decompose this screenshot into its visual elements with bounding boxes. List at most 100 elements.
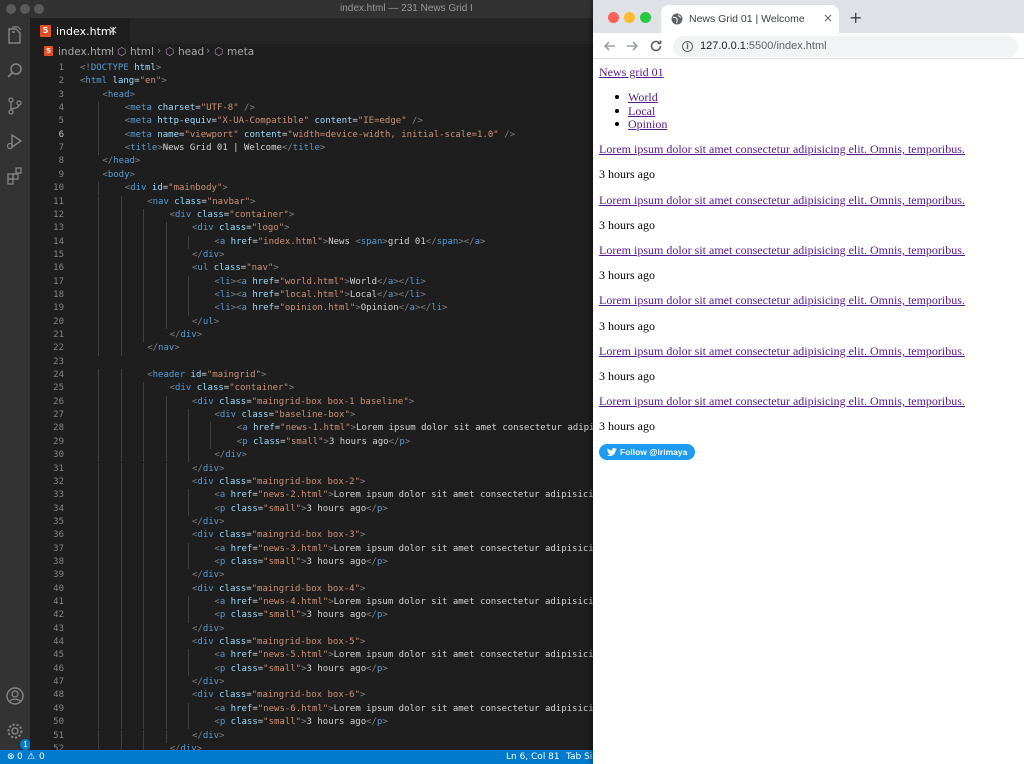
error-count[interactable]: 0: [17, 752, 23, 762]
code-editor[interactable]: 1 2 3 4 5 6 7 8 9 10 11 12 13 14 15 16 17 18 19 20 21 22 23 24 2…: [30, 60, 596, 750]
warning-count[interactable]: 0: [39, 752, 45, 762]
code-line[interactable]: </div>: [214, 449, 247, 462]
code-line[interactable]: <div class="maingrid-box box-4">: [192, 583, 365, 596]
forward-arrow-icon[interactable]: [623, 37, 641, 55]
minimize-window-button[interactable]: [624, 12, 635, 23]
code-line[interactable]: <div class="maingrid-box box-2">: [192, 476, 365, 489]
code-line[interactable]: <li><a href="opinion.html">Opinion</a></…: [214, 302, 447, 315]
reload-icon[interactable]: [647, 37, 665, 55]
cursor-position[interactable]: Ln 6, Col 81: [506, 752, 560, 762]
breadcrumb-meta[interactable]: meta: [227, 46, 254, 58]
code-line[interactable]: <div class="maingrid-box box-5">: [192, 636, 365, 649]
code-line[interactable]: <div id="mainbody">: [125, 182, 228, 195]
close-window-button[interactable]: [6, 4, 16, 14]
news-headline-link[interactable]: Lorem ipsum dolor sit amet consectetur a…: [599, 344, 965, 359]
code-line[interactable]: <div class="maingrid-box box-3">: [192, 529, 365, 542]
code-line[interactable]: <body>: [102, 169, 135, 182]
breadcrumb-html[interactable]: html: [130, 46, 154, 58]
breadcrumb-head[interactable]: head: [178, 46, 204, 58]
breadcrumb-file[interactable]: index.html: [58, 46, 114, 58]
code-line[interactable]: <div class="logo">: [192, 222, 290, 235]
code-line[interactable]: <a href="news-3.html">Lorem ipsum dolor …: [214, 543, 596, 556]
page-viewport: News grid 01 World Local Opinion Lorem i…: [593, 60, 1024, 764]
code-line[interactable]: </div>: [192, 623, 225, 636]
error-icon[interactable]: ⊗: [7, 752, 15, 762]
nav-link-opinion[interactable]: Opinion: [628, 117, 667, 132]
news-headline-link[interactable]: Lorem ipsum dolor sit amet consectetur a…: [599, 243, 965, 258]
code-line[interactable]: <a href="news-6.html">Lorem ipsum dolor …: [214, 703, 596, 716]
code-line[interactable]: </div>: [192, 676, 225, 689]
code-line[interactable]: <div class="baseline-box">: [214, 409, 355, 422]
source-control-icon[interactable]: [5, 96, 25, 116]
url-text[interactable]: 127.0.0.1:5500/index.html: [700, 40, 827, 52]
maximize-window-button[interactable]: [640, 12, 651, 23]
code-line[interactable]: <p class="small">3 hours ago</p>: [214, 663, 387, 676]
code-line[interactable]: </div>: [170, 743, 203, 750]
code-line[interactable]: <ul class="nav">: [192, 262, 279, 275]
code-line[interactable]: </div>: [192, 463, 225, 476]
search-icon[interactable]: [5, 61, 25, 81]
code-line[interactable]: <a href="news-2.html">Lorem ipsum dolor …: [214, 489, 596, 502]
code-line[interactable]: <div class="maingrid-box box-6">: [192, 689, 365, 702]
code-line[interactable]: <div class="maingrid-box box-1 baseline"…: [192, 396, 414, 409]
code-line[interactable]: </nav>: [147, 342, 180, 355]
code-area[interactable]: <!DOCTYPE html> <html lang="en"> <head> <me…: [80, 60, 596, 750]
account-icon[interactable]: [5, 686, 25, 706]
back-arrow-icon[interactable]: [601, 37, 619, 55]
code-line[interactable]: <html lang="en">: [80, 75, 167, 88]
code-line[interactable]: <meta name="viewport" content="width=dev…: [125, 129, 515, 142]
code-line[interactable]: <a href="index.html">News <span>grid 01<…: [214, 236, 485, 249]
logo-link[interactable]: News grid 01: [599, 65, 664, 80]
address-bar[interactable]: i 127.0.0.1:5500/index.html: [673, 36, 1018, 57]
code-line[interactable]: <div class="container">: [170, 209, 295, 222]
code-line[interactable]: </head>: [102, 155, 140, 168]
gear-icon[interactable]: 1: [5, 721, 31, 750]
code-line[interactable]: <div class="container">: [170, 382, 295, 395]
code-line[interactable]: </ul>: [192, 316, 219, 329]
code-line[interactable]: <title>News Grid 01 | Welcome</title>: [125, 142, 326, 155]
code-line[interactable]: <li><a href="world.html">World</a></li>: [214, 276, 425, 289]
maximize-window-button[interactable]: [34, 4, 44, 14]
code-line[interactable]: <p class="small">3 hours ago</p>: [214, 716, 387, 729]
code-line[interactable]: <a href="news-4.html">Lorem ipsum dolor …: [214, 596, 596, 609]
close-window-button[interactable]: [608, 12, 619, 23]
explorer-icon[interactable]: [5, 26, 25, 46]
new-tab-button[interactable]: +: [849, 8, 862, 27]
twitter-follow-button[interactable]: Follow @irimaya: [599, 444, 695, 460]
news-headline-link[interactable]: Lorem ipsum dolor sit amet consectetur a…: [599, 394, 965, 409]
code-line[interactable]: </div>: [192, 516, 225, 529]
browser-tab[interactable]: News Grid 01 | Welcome ×: [661, 5, 839, 33]
code-line[interactable]: <p class="small">3 hours ago</p>: [214, 503, 387, 516]
browser-tab-close-button[interactable]: ×: [823, 11, 833, 25]
code-line[interactable]: </div>: [170, 329, 203, 342]
code-line[interactable]: <li><a href="local.html">Local</a></li>: [214, 289, 425, 302]
news-headline-link[interactable]: Lorem ipsum dolor sit amet consectetur a…: [599, 293, 965, 308]
code-line[interactable]: <!DOCTYPE html>: [80, 62, 161, 75]
chevron-right-icon: ›: [157, 45, 162, 57]
run-debug-icon[interactable]: [5, 131, 25, 151]
extensions-icon[interactable]: [5, 166, 25, 186]
minimize-window-button[interactable]: [20, 4, 30, 14]
line-number: 51: [53, 730, 64, 741]
list-bullet: [615, 109, 619, 113]
code-line[interactable]: </div>: [192, 249, 225, 262]
code-line[interactable]: </div>: [192, 569, 225, 582]
code-line[interactable]: <meta charset="UTF-8" />: [125, 102, 255, 115]
code-line[interactable]: <nav class="navbar">: [147, 196, 255, 209]
code-line[interactable]: <a href="news-5.html">Lorem ipsum dolor …: [214, 649, 596, 662]
tab-close-button[interactable]: ×: [108, 23, 118, 37]
code-line[interactable]: <meta http-equiv="X-UA-Compatible" conte…: [125, 115, 423, 128]
news-headline-link[interactable]: Lorem ipsum dolor sit amet consectetur a…: [599, 142, 965, 157]
code-line[interactable]: <p class="small">3 hours ago</p>: [214, 556, 387, 569]
code-line[interactable]: <p class="small">3 hours ago</p>: [237, 436, 410, 449]
news-headline-link[interactable]: Lorem ipsum dolor sit amet consectetur a…: [599, 193, 965, 208]
nav-link-world[interactable]: World: [628, 90, 658, 105]
warning-icon[interactable]: ⚠: [27, 752, 35, 762]
info-icon[interactable]: i: [682, 41, 693, 52]
code-line[interactable]: <a href="news-1.html">Lorem ipsum dolor …: [237, 422, 596, 435]
code-line[interactable]: </div>: [192, 730, 225, 743]
tab-index-html[interactable]: 5 index.html ×: [30, 18, 130, 44]
code-line[interactable]: <p class="small">3 hours ago</p>: [214, 609, 387, 622]
code-line[interactable]: <header id="maingrid">: [147, 369, 266, 382]
code-line[interactable]: <head>: [102, 89, 135, 102]
